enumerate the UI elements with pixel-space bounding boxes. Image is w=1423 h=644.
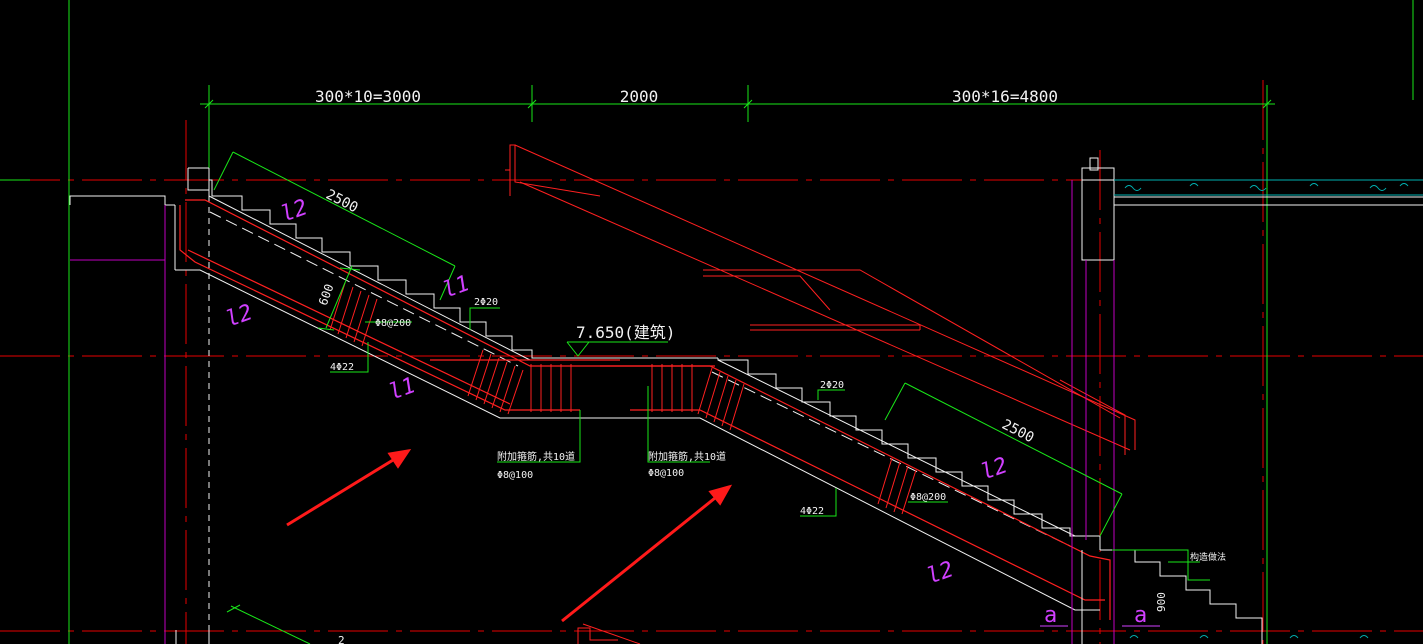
flight-length-left: 2500 [323,187,360,217]
right-flight-steps [640,358,1101,611]
upper-flight-rebar [505,144,1136,455]
right-flight-rebar-lines [600,365,1111,620]
right-stirrups [651,364,917,515]
top-bar-right: 2Φ20 [820,380,844,391]
section-mark-l2-a: l2 [278,195,311,228]
stirrup-right: Φ8@200 [910,492,946,503]
bottom-cut-label: 2 [338,634,345,644]
section-mark-a-left: a [1044,603,1057,628]
section-mark-l1-a: l1 [440,271,473,304]
flight-length-right: 2500 [999,417,1036,447]
added-bars-right-1: 附加箍筋,共10道 [648,450,726,463]
added-bars-right-2: Φ8@100 [648,468,684,479]
bottom-bar-left: 4Φ22 [330,362,354,373]
top-bar-left: 2Φ20 [474,297,498,308]
right-column [1081,157,1263,644]
note-right: 构造做法 [1190,551,1226,563]
right-flight-dash [711,371,1071,547]
green-reference-lines [0,0,1414,644]
lower-level-fragment [226,604,641,644]
red-pointer-arrow-1 [286,448,412,527]
dim-left-span: 300*10=3000 [315,87,421,106]
stirrup-left: Φ8@200 [375,318,411,329]
dim-mid-span: 2000 [620,87,659,106]
left-column [69,167,210,644]
bottom-bar-right: 4Φ22 [800,506,824,517]
right-column-magenta [1071,180,1115,644]
added-bars-left-1: 附加箍筋,共10道 [497,450,575,463]
added-bars-left-2: Φ8@100 [497,470,533,481]
right-slab-outline [1114,196,1423,206]
section-mark-l2-c: l2 [978,453,1011,486]
section-mark-l2-d: l2 [924,557,957,590]
height-600-label: 600 [316,282,337,307]
left-flight-rebar-lines [179,199,715,411]
section-mark-a-right: a [1134,603,1147,628]
dim-right-span: 300*16=4800 [952,87,1058,106]
red-pointer-arrow-2 [561,484,733,623]
elevation-marker [566,341,668,357]
left-column-magenta [70,205,166,644]
section-mark-l1-b: l1 [386,373,419,406]
elevation-label: 7.650(建筑) [576,323,675,342]
height-900-label: 900 [1155,592,1168,612]
section-mark-l2-b: l2 [223,300,256,333]
cad-drawing-canvas[interactable]: 300*10=3000 2000 300*16=4800 2500 2500 6… [0,0,1423,644]
